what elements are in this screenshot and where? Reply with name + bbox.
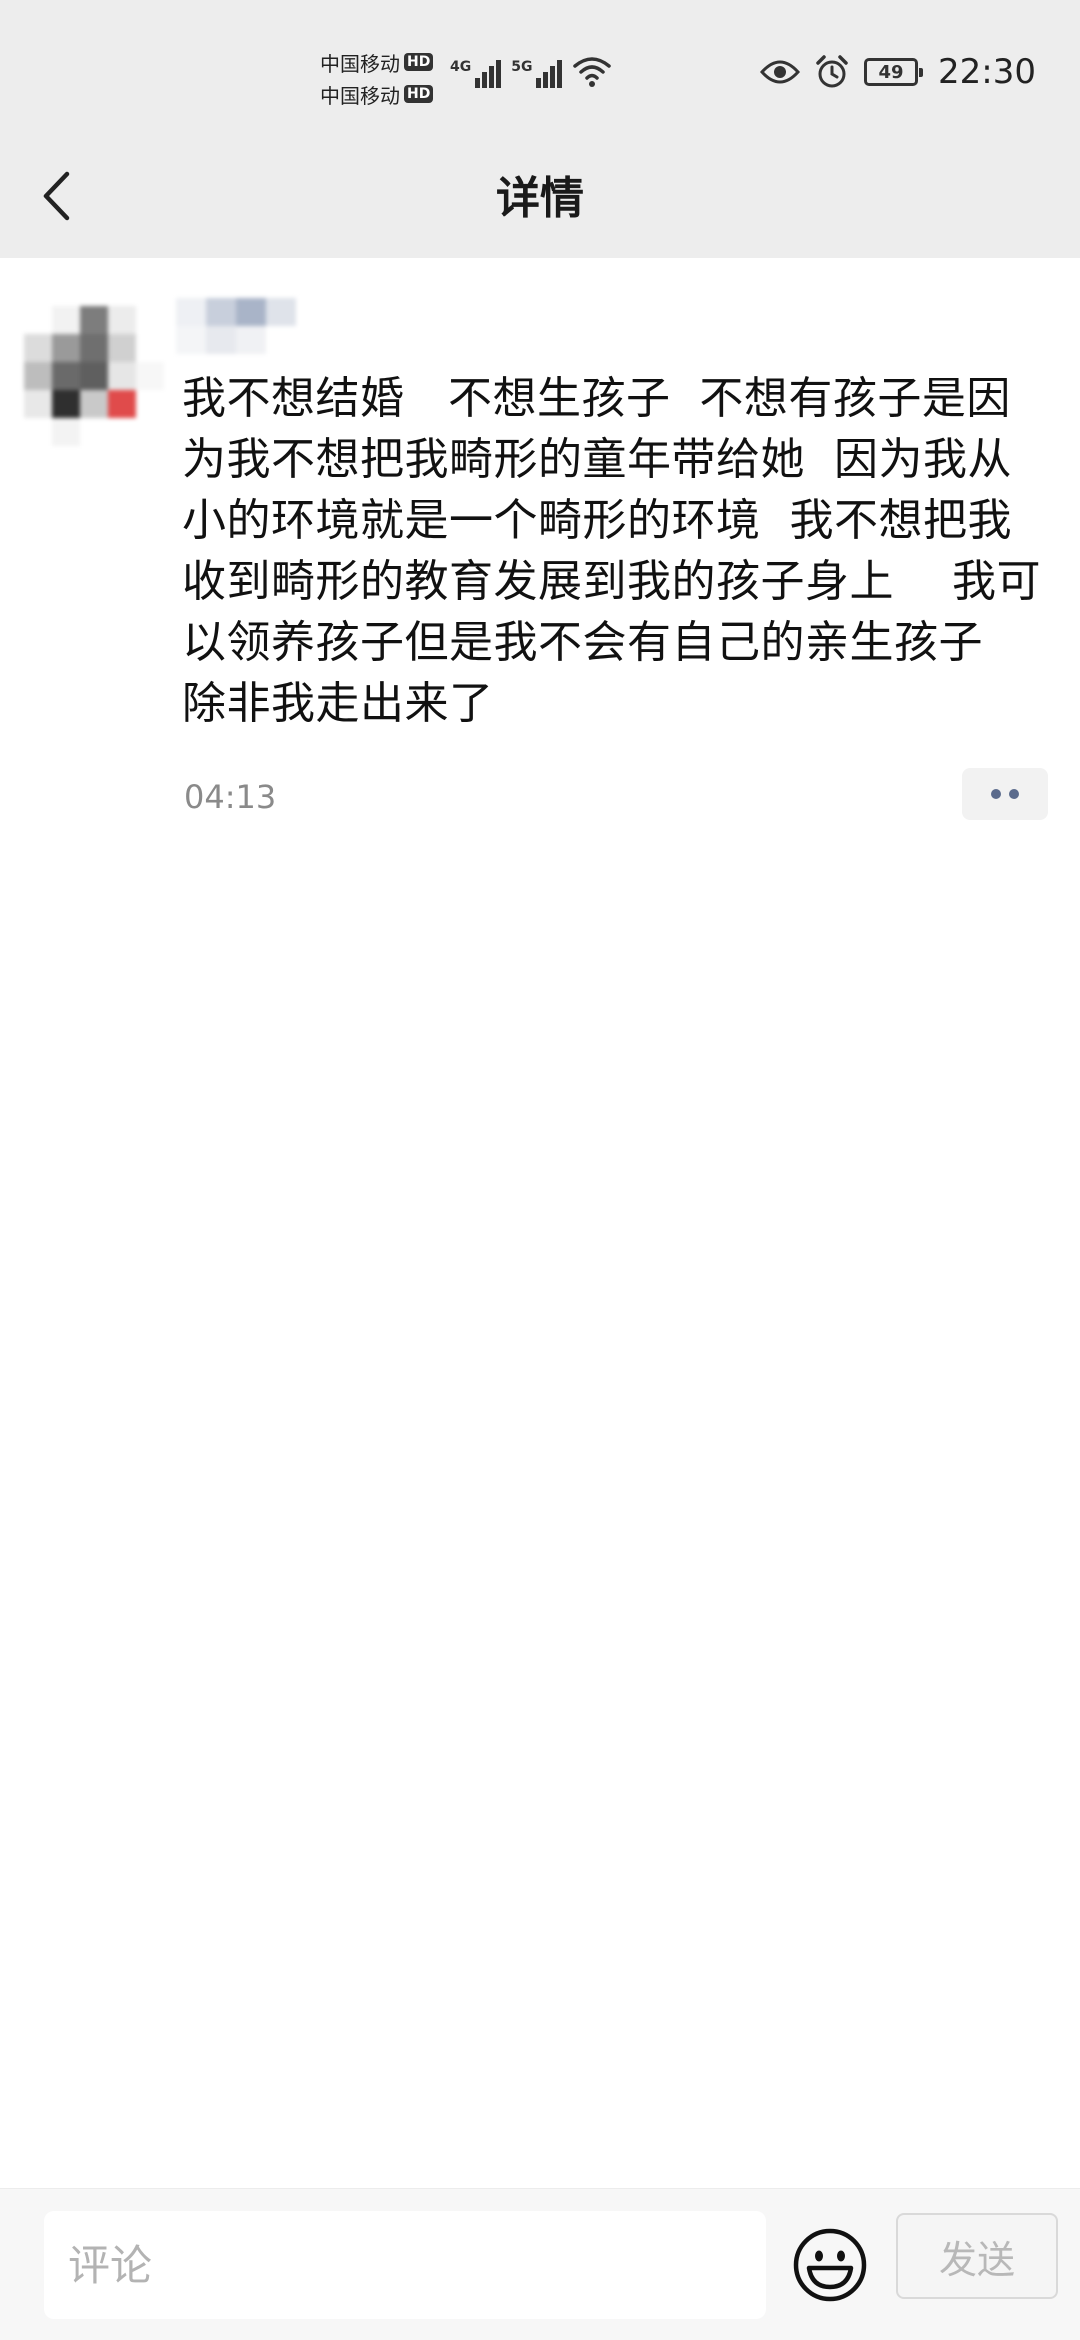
carrier-name: 中国移动: [320, 83, 400, 108]
battery-level: 49: [878, 61, 904, 83]
signal-bar: [475, 78, 481, 88]
status-time: 22:30: [938, 52, 1036, 92]
signal-bar: [543, 72, 549, 88]
eye-icon: [760, 60, 801, 84]
signal-bar: [496, 60, 502, 88]
network-tag-4g: 4G: [450, 59, 472, 75]
signal-bar: [557, 60, 563, 88]
post-text: 我不想结婚 不想生孩子 不想有孩子是因为我不想把我畸形的童年带给她 因为我从小的…: [182, 373, 1041, 729]
hd-badge: HD: [404, 85, 434, 103]
carrier-line-1: 中国移动 HD: [320, 46, 450, 78]
more-dots-icon: [1009, 789, 1019, 799]
comment-input[interactable]: [44, 2211, 766, 2319]
status-bar: 中国移动 HD 中国移动 HD 4G 5G 49 22:30: [0, 0, 1080, 140]
emoji-icon[interactable]: [792, 2227, 868, 2303]
more-dots-icon: [991, 789, 1001, 799]
title-bar: 详情: [0, 140, 1080, 258]
signal-bar: [550, 66, 556, 88]
more-button[interactable]: [962, 768, 1048, 820]
carrier-info: 中国移动 HD 中国移动 HD: [320, 46, 450, 110]
avatar[interactable]: [24, 306, 164, 446]
username-blurred[interactable]: [176, 298, 296, 354]
signal-bar: [489, 66, 495, 88]
signal-bar: [536, 78, 542, 88]
signal-bar: [482, 72, 488, 88]
chevron-left-icon: [43, 171, 70, 221]
battery-icon: 49: [864, 58, 924, 86]
wifi-icon: [573, 57, 612, 87]
network-tag-5g: 5G: [511, 59, 533, 75]
carrier-line-2: 中国移动 HD: [320, 78, 450, 110]
network-icons: 4G 5G: [450, 56, 612, 88]
signal-icon: 5G: [511, 59, 563, 88]
back-button[interactable]: [28, 164, 84, 228]
comment-bar: 发送: [0, 2188, 1080, 2340]
carrier-name: 中国移动: [320, 51, 400, 76]
right-status: 49 22:30: [760, 52, 1036, 92]
send-button[interactable]: 发送: [896, 2213, 1058, 2299]
post-time: 04:13: [184, 778, 277, 816]
alarm-icon: [816, 55, 848, 88]
page-title: 详情: [496, 173, 584, 224]
hd-badge: HD: [404, 53, 434, 71]
signal-icon: 4G: [450, 59, 502, 88]
